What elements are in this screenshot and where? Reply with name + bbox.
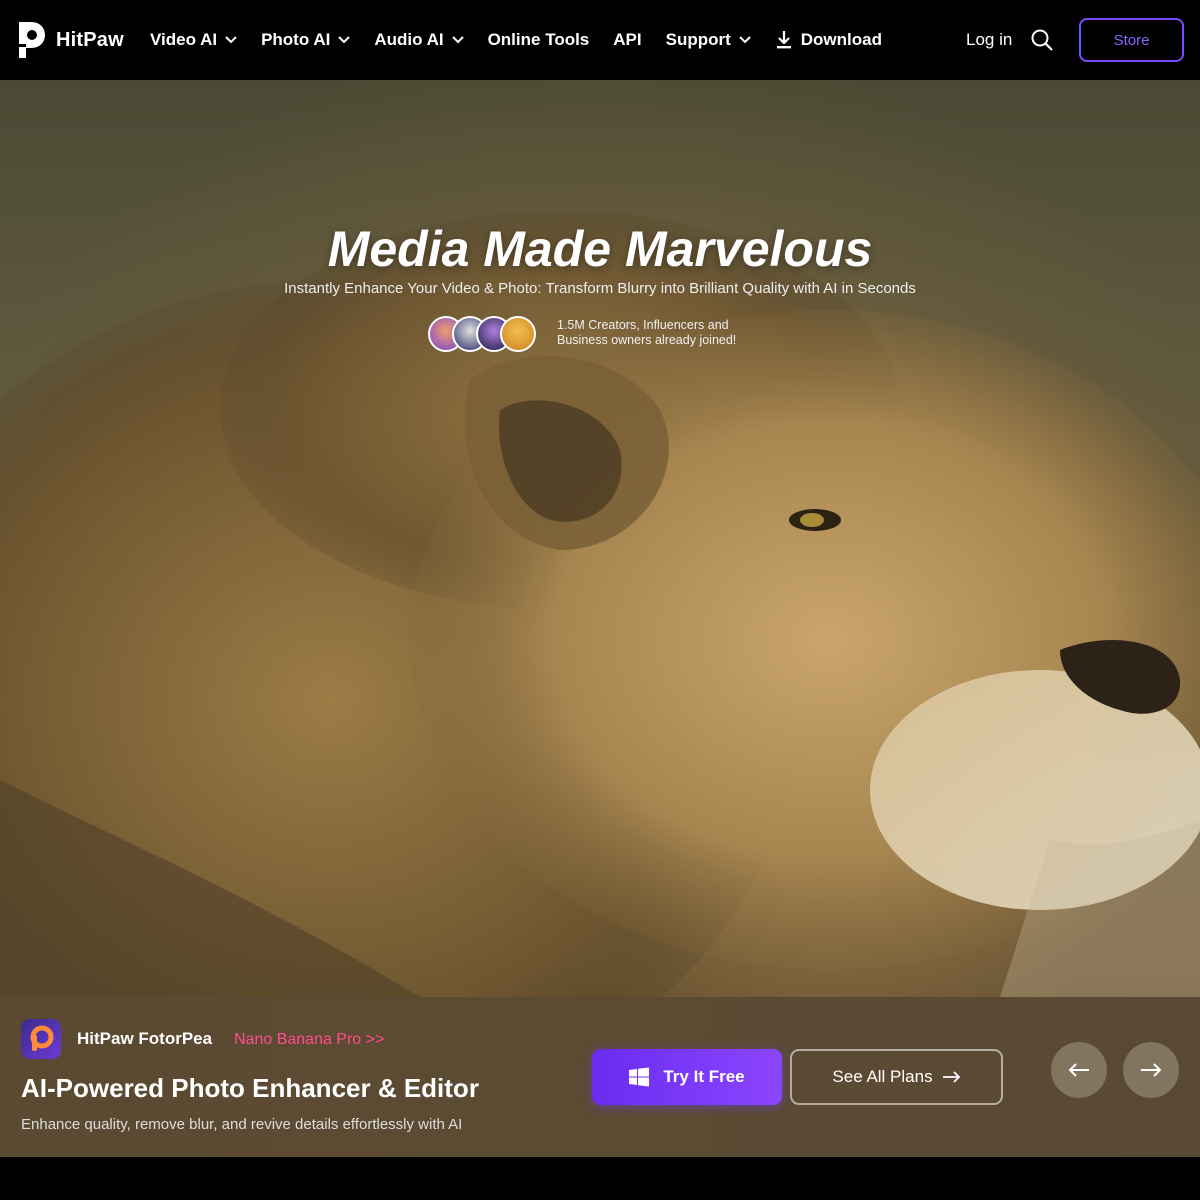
see-all-plans-button[interactable]: See All Plans bbox=[790, 1049, 1003, 1105]
store-button[interactable]: Store bbox=[1079, 18, 1184, 62]
main-menu: Video AI Photo AI Audio AI Online Tools … bbox=[150, 0, 906, 80]
fotorpea-logo-icon bbox=[30, 1025, 54, 1051]
lion-hero-image bbox=[0, 210, 1200, 997]
chevron-down-icon bbox=[338, 36, 351, 44]
download-icon bbox=[776, 31, 791, 49]
joined-text: 1.5M Creators, Influencers and Business … bbox=[557, 318, 777, 348]
menu-download-label: Download bbox=[800, 30, 882, 49]
avatar bbox=[500, 316, 536, 352]
app-name: HitPaw FotorPea bbox=[77, 1029, 213, 1048]
arrow-right-icon bbox=[942, 1071, 960, 1083]
product-bar: HitPaw FotorPea Nano Banana Pro >> AI-Po… bbox=[0, 997, 1200, 1157]
product-description: Enhance quality, remove blur, and revive… bbox=[21, 1116, 463, 1133]
menu-support[interactable]: Support bbox=[666, 30, 751, 50]
next-slide-button[interactable] bbox=[1123, 1042, 1179, 1098]
chevron-down-icon bbox=[451, 36, 464, 44]
arrow-right-icon bbox=[1141, 1063, 1162, 1077]
menu-video-ai[interactable]: Video AI bbox=[150, 30, 237, 50]
login-link[interactable]: Log in bbox=[966, 30, 1012, 50]
menu-video-ai-label: Video AI bbox=[150, 30, 218, 49]
previous-slide-button[interactable] bbox=[1051, 1042, 1107, 1098]
menu-api-label: API bbox=[613, 30, 642, 49]
hero-banner: Media Made Marvelous Instantly Enhance Y… bbox=[0, 80, 1200, 997]
menu-download[interactable]: Download bbox=[775, 30, 882, 50]
menu-online-tools[interactable]: Online Tools bbox=[488, 30, 590, 50]
chevron-down-icon bbox=[225, 36, 237, 44]
brand-name: HitPaw bbox=[56, 28, 124, 51]
arrow-left-icon bbox=[1068, 1063, 1089, 1077]
joined-line-1: 1.5M Creators, Influencers and bbox=[557, 318, 729, 332]
hero-title: Media Made Marvelous bbox=[327, 221, 873, 277]
user-avatars bbox=[428, 316, 538, 352]
try-it-free-button[interactable]: Try It Free bbox=[592, 1049, 782, 1105]
search-icon[interactable] bbox=[1030, 28, 1054, 52]
menu-photo-ai-label: Photo AI bbox=[261, 30, 331, 49]
promo-link[interactable]: Nano Banana Pro >> bbox=[234, 1031, 384, 1049]
product-title: AI-Powered Photo Enhancer & Editor bbox=[21, 1073, 479, 1103]
menu-api[interactable]: API bbox=[613, 30, 641, 50]
menu-audio-ai[interactable]: Audio AI bbox=[374, 30, 464, 50]
top-navigation: HitPaw Video AI Photo AI Audio AI Online… bbox=[0, 0, 1200, 80]
hero-subtitle: Instantly Enhance Your Video & Photo: Tr… bbox=[284, 280, 916, 297]
windows-icon bbox=[629, 1067, 650, 1087]
menu-online-tools-label: Online Tools bbox=[487, 30, 590, 49]
joined-line-2: Business owners already joined! bbox=[557, 333, 737, 347]
menu-audio-ai-label: Audio AI bbox=[374, 30, 444, 49]
see-all-plans-label: See All Plans bbox=[832, 1067, 933, 1086]
fotorpea-app-icon bbox=[21, 1019, 61, 1059]
chevron-down-icon bbox=[739, 36, 751, 44]
try-it-free-label: Try It Free bbox=[663, 1067, 745, 1086]
hitpaw-logo-icon bbox=[19, 22, 45, 58]
menu-photo-ai[interactable]: Photo AI bbox=[261, 30, 351, 50]
menu-support-label: Support bbox=[665, 30, 731, 49]
hitpaw-logo[interactable]: HitPaw bbox=[16, 20, 124, 60]
